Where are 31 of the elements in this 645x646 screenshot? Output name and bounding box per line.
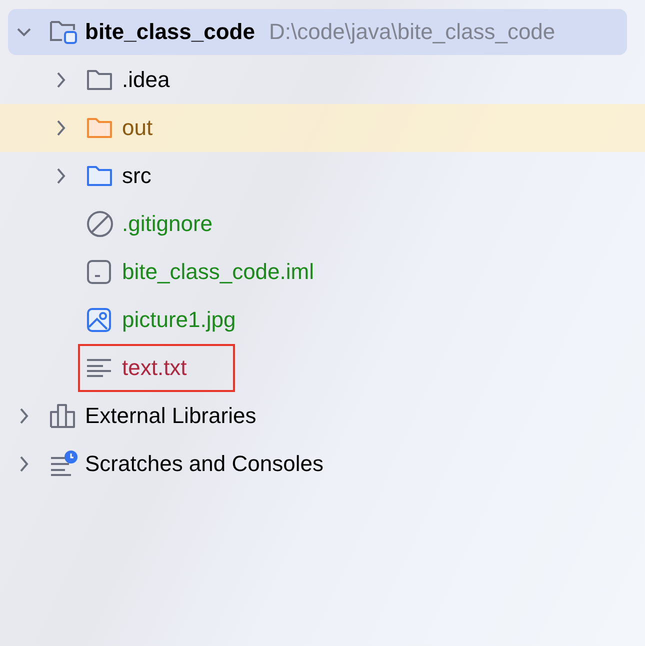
- file-icon: [86, 259, 112, 285]
- tree-item-label[interactable]: src: [122, 163, 152, 189]
- tree-row[interactable]: out: [8, 105, 627, 151]
- image-icon: [86, 307, 112, 333]
- tree-item-label[interactable]: text.txt: [122, 355, 187, 381]
- tree-item-label[interactable]: out: [122, 115, 153, 141]
- tree-item-label[interactable]: bite_class_code: [85, 19, 255, 45]
- tree-row[interactable]: src: [8, 153, 627, 199]
- folder-icon: [86, 68, 114, 92]
- project-path: D:\code\java\bite_class_code: [268, 19, 556, 45]
- tree-item-label[interactable]: picture1.jpg: [122, 307, 236, 333]
- tree-row[interactable]: text.txt: [8, 345, 627, 391]
- tree-item-label[interactable]: External Libraries: [85, 403, 256, 429]
- folder-icon: [86, 164, 114, 188]
- folder-icon: [86, 116, 114, 140]
- tree-row[interactable]: External Libraries: [8, 393, 627, 439]
- tree-item-label[interactable]: .gitignore: [122, 211, 213, 237]
- prohibited-icon: [86, 210, 114, 238]
- library-icon: [49, 403, 77, 429]
- tree-item-label[interactable]: .idea: [122, 67, 170, 93]
- tree-row[interactable]: .gitignore: [8, 201, 627, 247]
- tree-row[interactable]: picture1.jpg: [8, 297, 627, 343]
- module-folder-icon: [49, 18, 79, 46]
- tree-row[interactable]: .idea: [8, 57, 627, 103]
- tree-row[interactable]: bite_class_code.iml: [8, 249, 627, 295]
- scratches-icon: [49, 450, 79, 478]
- tree-item-label[interactable]: Scratches and Consoles: [85, 451, 324, 477]
- tree-item-label[interactable]: bite_class_code.iml: [122, 259, 314, 285]
- text-lines-icon: [86, 358, 112, 378]
- tree-row[interactable]: bite_class_code D:\code\java\bite_class_code: [8, 9, 627, 55]
- tree-row[interactable]: Scratches and Consoles: [8, 441, 627, 487]
